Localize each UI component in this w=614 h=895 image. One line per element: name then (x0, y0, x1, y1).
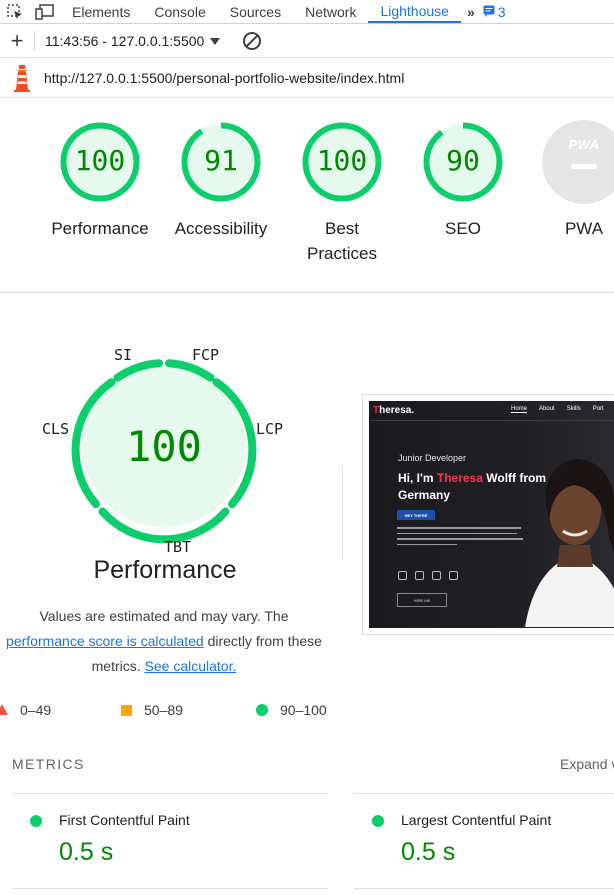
site-bio (397, 527, 523, 553)
metric-name: Largest Contentful Paint (401, 812, 552, 828)
gauge-best-practices-score: 100 (316, 144, 368, 177)
site-social-icons (398, 571, 458, 580)
metrics-bottom-line-left (12, 888, 328, 889)
category-scores: 100 Performance 91 Accessibility 100 Bes… (38, 120, 614, 280)
lighthouse-logo-icon (0, 64, 44, 92)
inspect-element-icon[interactable] (0, 0, 30, 23)
issues-counter[interactable]: 3 (481, 0, 506, 23)
pass-circle-icon (256, 704, 268, 716)
metric-label-tbt: TBT (164, 538, 192, 556)
more-tabs-button[interactable]: » (461, 0, 481, 23)
site-nav: Theresa. Home About Skills Port (369, 401, 614, 421)
lighthouse-toolbar: + 11:43:56 - 127.0.0.1:5500 (0, 25, 614, 58)
metrics-top-line-left (12, 793, 328, 794)
metric-label-cls: CLS (42, 420, 70, 438)
gauge-seo-score: 90 (446, 144, 480, 177)
pass-circle-icon (30, 815, 42, 827)
estimate-note-text-1: Values are estimated and may vary. The (39, 608, 289, 624)
gauge-performance-score: 100 (74, 144, 126, 177)
site-nav-skills: Skills (566, 406, 581, 412)
see-calculator-link[interactable]: See calculator. (145, 658, 237, 674)
pwa-badge-text: PWA (568, 137, 600, 152)
vertical-divider (342, 467, 343, 559)
tab-sources[interactable]: Sources (218, 0, 293, 23)
section-divider (0, 292, 614, 293)
legend-average: 50–89 (121, 698, 183, 722)
gauge-pwa-label: PWA (564, 219, 604, 238)
average-square-icon (121, 704, 132, 716)
gauge-performance-label: Performance (51, 219, 149, 238)
social-icon (398, 571, 407, 580)
gauge-best-practices-label: Best Practices (307, 219, 377, 263)
gauge-accessibility-label: Accessibility (174, 219, 268, 238)
tab-lighthouse[interactable]: Lighthouse (368, 0, 461, 23)
site-logo: Theresa. (373, 405, 415, 416)
performance-title: Performance (93, 556, 237, 584)
metrics-top-line-right (354, 793, 614, 794)
metrics-heading: METRICS (12, 756, 85, 772)
chevron-down-icon (210, 33, 221, 49)
site-hire-button: HIRE ME (397, 593, 447, 607)
metric-value: 0.5 s (401, 838, 456, 866)
site-nav-about: About (539, 406, 555, 412)
expand-view-toggle[interactable]: Expand view (560, 756, 614, 772)
report-selector-label: 11:43:56 - 127.0.0.1:5500 (45, 33, 205, 49)
gauge-best-practices[interactable]: 100 Best Practices (280, 120, 404, 266)
gauge-accessibility[interactable]: 91 Accessibility (159, 120, 283, 241)
pass-circle-icon (372, 815, 384, 827)
metric-label-fcp: FCP (192, 346, 220, 364)
metric-name: First Contentful Paint (59, 812, 190, 828)
estimate-note: Values are estimated and may vary. The p… (0, 604, 334, 679)
report-url-bar: http://127.0.0.1:5500/personal-portfolio… (0, 59, 614, 98)
tab-network[interactable]: Network (293, 0, 368, 23)
site-role: Junior Developer (398, 453, 467, 463)
score-legend: 0–49 50–89 90–100 (0, 698, 340, 722)
new-report-plus-icon[interactable]: + (0, 28, 34, 54)
gauge-accessibility-score: 91 (204, 144, 238, 177)
issues-count: 3 (497, 3, 506, 20)
gauge-performance[interactable]: 100 Performance (38, 120, 162, 241)
clear-reports-icon[interactable] (242, 31, 262, 51)
metric-label-si: SI (114, 346, 133, 364)
social-icon (415, 571, 424, 580)
fail-triangle-icon (0, 702, 8, 718)
site-nav-links: Home About Skills Port (511, 406, 614, 413)
devtools-tab-bar: Elements Console Sources Network Lightho… (0, 0, 614, 24)
legend-pass-range: 90–100 (280, 702, 327, 718)
metric-label-lcp: LCP (256, 420, 284, 438)
social-icon (432, 571, 441, 580)
metric-value: 0.5 s (59, 838, 114, 866)
score-calculated-link[interactable]: performance score is calculated (6, 633, 204, 649)
site-preview: Theresa. Home About Skills Port Junior Deve… (369, 401, 614, 628)
pwa-badge-icon: PWA (542, 120, 614, 204)
pwa-badge-dash (571, 164, 597, 169)
legend-pass: 90–100 (256, 698, 327, 722)
portrait-image (525, 459, 614, 627)
site-hey-button: HEY THERE (397, 510, 435, 520)
legend-fail-range: 0–49 (20, 702, 52, 718)
tab-elements[interactable]: Elements (60, 0, 142, 23)
site-nav-port: Port (592, 406, 604, 412)
issues-icon (483, 4, 495, 20)
gauge-seo[interactable]: 90 SEO (401, 120, 525, 241)
performance-score: 100 (126, 422, 202, 471)
tab-console[interactable]: Console (142, 0, 217, 23)
toolbar-separator (34, 31, 35, 51)
legend-average-range: 50–89 (144, 702, 183, 718)
report-selector[interactable]: 11:43:56 - 127.0.0.1:5500 (45, 33, 221, 49)
performance-gauge: SI FCP LCP CLS TBT 100 Performance (0, 340, 330, 610)
device-toolbar-icon[interactable] (30, 0, 60, 23)
social-icon (449, 571, 458, 580)
gauge-pwa[interactable]: PWA PWA (522, 120, 614, 241)
legend-fail: 0–49 (0, 698, 51, 722)
report-url[interactable]: http://127.0.0.1:5500/personal-portfolio… (44, 70, 404, 86)
gauge-seo-label: SEO (445, 219, 481, 238)
metrics-bottom-line-right (354, 888, 614, 889)
site-nav-home: Home (511, 406, 528, 413)
final-screenshot[interactable]: Theresa. Home About Skills Port Junior Deve… (362, 394, 614, 635)
